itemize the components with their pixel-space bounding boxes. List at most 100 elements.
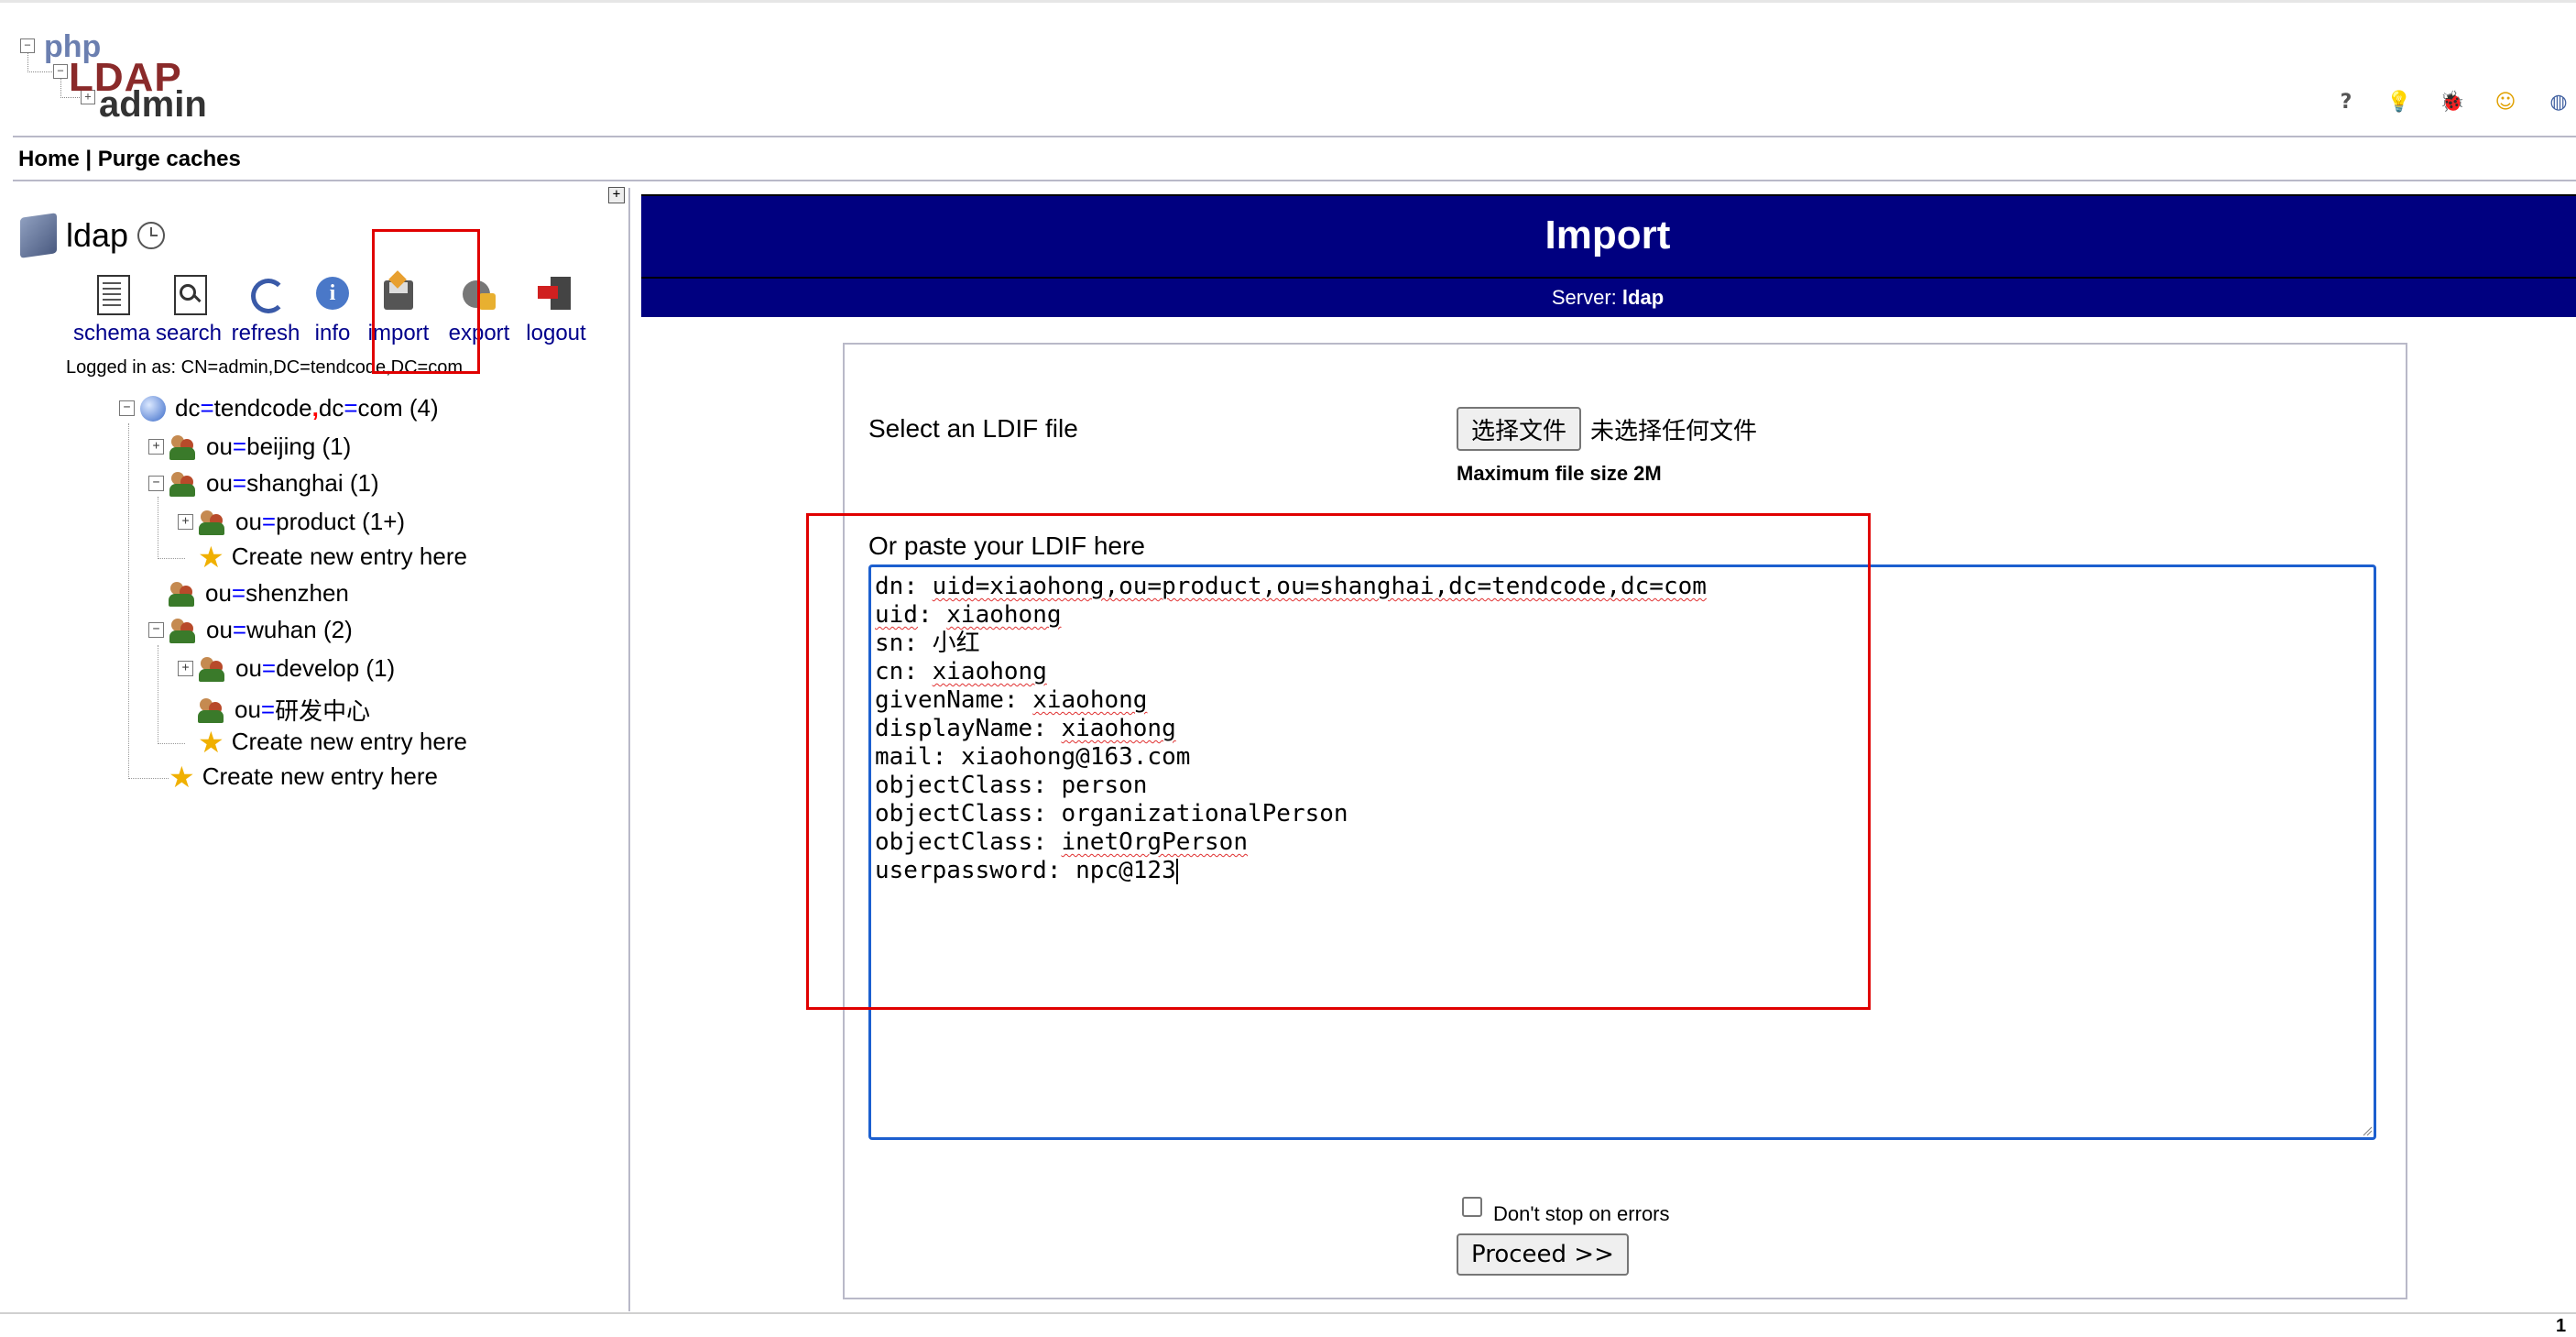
ldif-line: uid: xiaohong bbox=[875, 601, 1062, 629]
ldif-line: objectClass: person bbox=[875, 772, 1148, 799]
resize-grip-icon[interactable] bbox=[2362, 1125, 2373, 1136]
tree-node-develop[interactable]: + ou = develop (1) bbox=[178, 654, 395, 683]
banner-divider bbox=[641, 277, 2576, 279]
child-count: (1) bbox=[366, 654, 396, 682]
toolbar-import-button[interactable]: import bbox=[357, 270, 440, 346]
bug-icon[interactable]: 🐞 bbox=[2435, 84, 2470, 119]
phpldapadmin-logo[interactable]: − − + php LDAP admin bbox=[18, 29, 211, 125]
smiley-icon[interactable]: ☺ bbox=[2488, 84, 2523, 119]
org-unit-icon bbox=[169, 433, 197, 461]
collapse-tree-button[interactable]: + bbox=[608, 187, 625, 203]
star-icon: ★ bbox=[198, 725, 224, 759]
tree-attr: ou bbox=[206, 433, 233, 460]
idea-bulb-icon[interactable]: 💡 bbox=[2382, 84, 2417, 119]
logo-minus-box-icon: − bbox=[53, 64, 68, 79]
tree-value: develop bbox=[276, 654, 360, 682]
info-icon: i bbox=[312, 273, 353, 313]
dont-stop-on-errors-label: Don't stop on errors bbox=[1493, 1202, 1670, 1225]
org-unit-icon bbox=[199, 509, 226, 536]
tree-node-beijing[interactable]: + ou = beijing (1) bbox=[148, 433, 351, 461]
toolbar-export-button[interactable]: export bbox=[440, 273, 518, 346]
top-menu: Home | Purge caches bbox=[18, 147, 241, 172]
tree-node-root[interactable]: − dc = tendcode, dc = com (4) bbox=[119, 394, 439, 422]
tree-attr: dc bbox=[175, 394, 201, 422]
star-icon: ★ bbox=[169, 760, 195, 794]
max-file-size: Maximum file size 2M bbox=[1457, 462, 1662, 485]
child-count: (2) bbox=[322, 616, 353, 643]
equals-sign: = bbox=[261, 654, 277, 682]
expand-icon[interactable]: + bbox=[178, 514, 193, 530]
import-banner: Import Server: ldap bbox=[641, 194, 2576, 317]
select-ldif-label: Select an LDIF file bbox=[868, 414, 1078, 443]
create-entry-shanghai[interactable]: ★ Create new entry here bbox=[198, 540, 467, 574]
pane-divider[interactable] bbox=[628, 188, 630, 1311]
dont-stop-on-errors-checkbox[interactable] bbox=[1462, 1197, 1482, 1217]
footer-divider bbox=[0, 1312, 2576, 1314]
child-count: (1+) bbox=[362, 508, 406, 535]
equals-sign: = bbox=[261, 508, 277, 535]
org-unit-icon bbox=[169, 470, 197, 498]
toolbar-label: schema bbox=[72, 321, 151, 345]
create-entry-wuhan[interactable]: ★ Create new entry here bbox=[198, 725, 467, 759]
tree-connector bbox=[158, 558, 185, 559]
tree-node-shanghai[interactable]: − ou = shanghai (1) bbox=[148, 469, 379, 498]
collapse-icon[interactable]: − bbox=[148, 622, 164, 638]
clock-icon[interactable] bbox=[137, 222, 166, 249]
tree-attr: ou bbox=[235, 654, 262, 682]
logged-in-as: Logged in as: CN=admin,DC=tendcode,DC=co… bbox=[66, 357, 464, 378]
tree-attr: ou bbox=[206, 469, 233, 497]
tree-node-rd-center[interactable]: ou = 研发中心 bbox=[198, 693, 370, 727]
ldif-line: mail: xiaohong@163.com bbox=[875, 743, 1191, 771]
toolbar-search-button[interactable]: search bbox=[154, 273, 224, 346]
tree-node-wuhan[interactable]: − ou = wuhan (2) bbox=[148, 616, 353, 644]
collapse-icon[interactable]: − bbox=[119, 400, 135, 416]
equals-sign: = bbox=[231, 579, 246, 607]
create-entry-label: Create new entry here bbox=[231, 542, 467, 570]
header-icon-bar: ? 💡 🐞 ☺ ◍ bbox=[2329, 79, 2576, 125]
home-link[interactable]: Home bbox=[18, 147, 80, 171]
ldif-textarea[interactable]: dn: uid=xiaohong,ou=product,ou=shanghai,… bbox=[868, 564, 2376, 1140]
ldif-line: sn: 小红 bbox=[875, 630, 980, 657]
help-icon[interactable]: ? bbox=[2329, 84, 2363, 119]
org-unit-icon bbox=[169, 617, 197, 644]
server-name[interactable]: ldap bbox=[66, 216, 128, 255]
tree-node-product[interactable]: + ou = product (1+) bbox=[178, 508, 405, 536]
tree-attr: ou bbox=[205, 579, 232, 607]
ldif-line: cn: xiaohong bbox=[875, 658, 1047, 685]
toolbar-logout-button[interactable]: logout bbox=[518, 273, 594, 346]
collapse-icon[interactable]: − bbox=[148, 476, 164, 491]
star-icon: ★ bbox=[198, 540, 224, 574]
toolbar-label: search bbox=[155, 321, 223, 345]
schema-icon bbox=[92, 273, 132, 315]
tree-attr: ou bbox=[206, 616, 233, 643]
ldif-line: givenName: xiaohong bbox=[875, 686, 1148, 714]
choose-file-button[interactable]: 选择文件 bbox=[1457, 407, 1582, 451]
create-entry-root[interactable]: ★ Create new entry here bbox=[169, 760, 438, 794]
child-count: (1) bbox=[322, 433, 352, 460]
toolbar-schema-button[interactable]: schema bbox=[70, 273, 154, 346]
no-file-chosen-text: 未选择任何文件 bbox=[1590, 418, 1758, 445]
globe-icon bbox=[140, 395, 166, 422]
tree-node-shenzhen[interactable]: ou = shenzhen bbox=[169, 579, 349, 608]
export-icon bbox=[459, 273, 499, 313]
tree-value: shanghai bbox=[246, 469, 344, 497]
tree-value: shenzhen bbox=[246, 579, 349, 607]
ldif-line: objectClass: organizationalPerson bbox=[875, 800, 1348, 827]
expand-icon[interactable]: + bbox=[178, 661, 193, 676]
proceed-button[interactable]: Proceed >> bbox=[1457, 1233, 1629, 1276]
toolbar-info-button[interactable]: i info bbox=[308, 273, 357, 346]
purge-caches-link[interactable]: Purge caches bbox=[98, 147, 241, 171]
toolbar-refresh-button[interactable]: refresh bbox=[224, 273, 308, 346]
tree-value: wuhan bbox=[246, 616, 317, 643]
child-count: (4) bbox=[409, 394, 439, 422]
expand-icon[interactable]: + bbox=[148, 439, 164, 455]
child-count: (1) bbox=[349, 469, 379, 497]
refresh-icon bbox=[246, 273, 286, 313]
org-unit-icon bbox=[198, 696, 225, 724]
server-header: ldap bbox=[20, 213, 166, 258]
logout-icon bbox=[536, 273, 576, 313]
toolbar-label: export bbox=[448, 321, 510, 345]
tree-attr: dc bbox=[318, 394, 344, 422]
globe-icon[interactable]: ◍ bbox=[2541, 84, 2576, 119]
org-unit-icon bbox=[169, 580, 196, 608]
